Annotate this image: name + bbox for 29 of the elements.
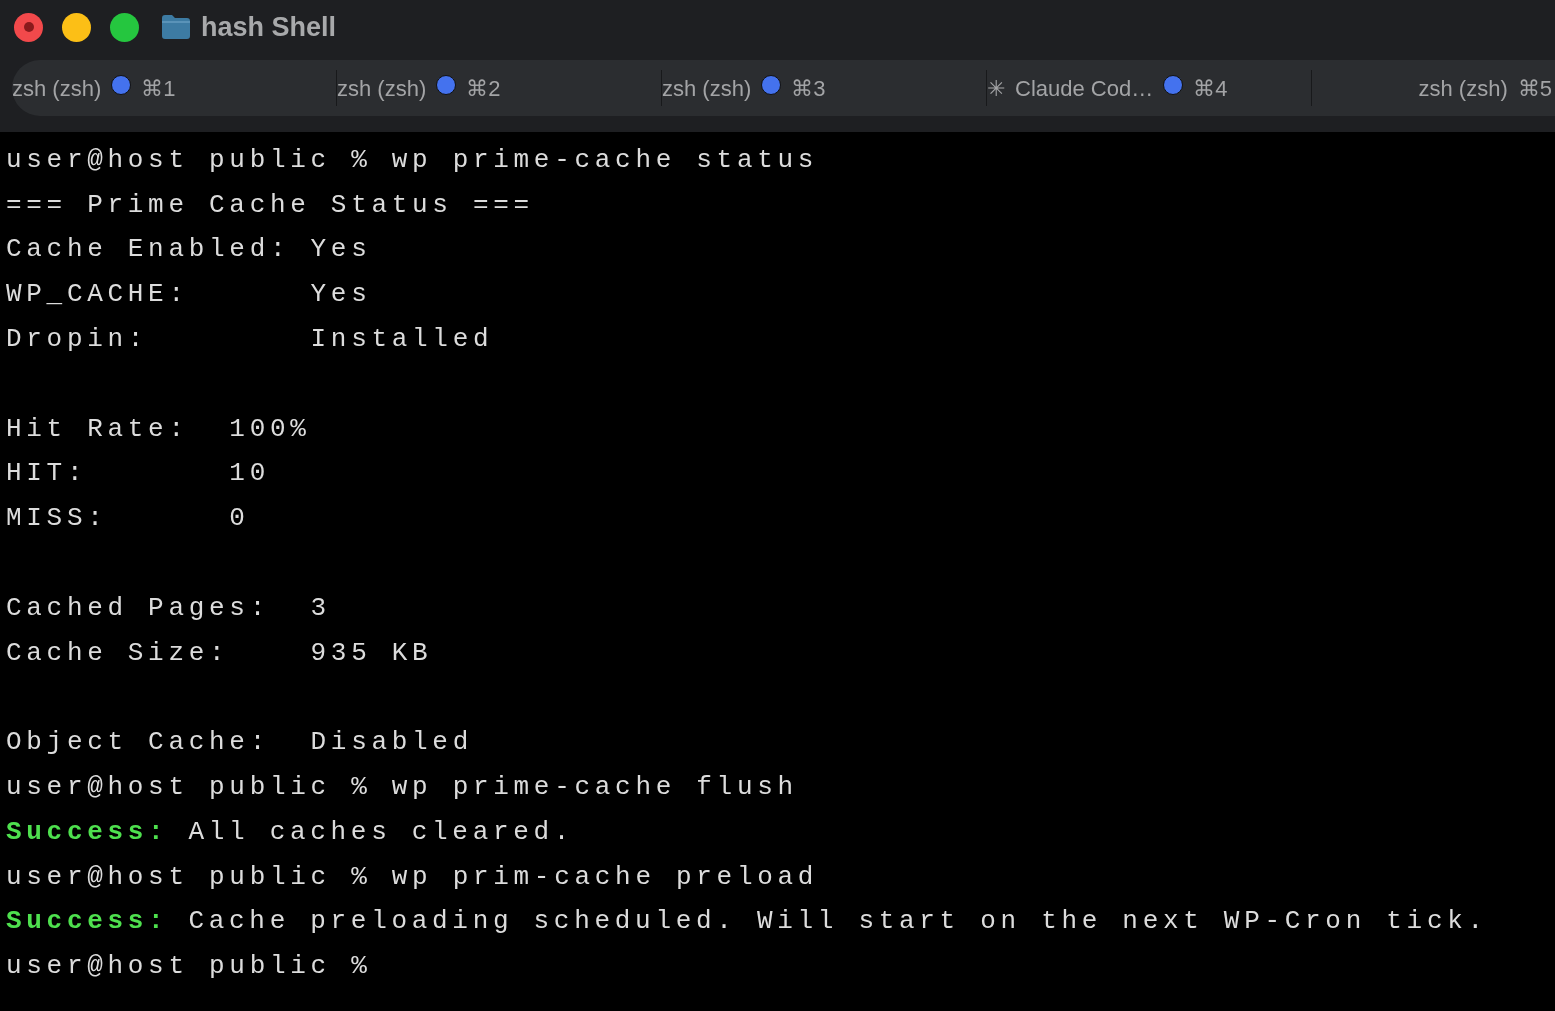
terminal-line: MISS: 0	[6, 502, 250, 536]
terminal-line: === Prime Cache Status ===	[6, 188, 534, 222]
terminal-tab[interactable]: zsh (zsh) ⌘5	[1418, 71, 1552, 105]
terminal-line: Hit Rate: 100%	[6, 412, 311, 446]
minimize-button[interactable]	[62, 12, 91, 42]
terminal-line: Cache preloading scheduled. Will start on the next WP-Cron tick.	[188, 905, 1488, 939]
terminal-line: user@host public % wp prim-cache preload	[6, 860, 819, 894]
tab-prefix: ✳	[987, 74, 1005, 103]
terminal-tab[interactable]: zsh (zsh) ⌘3	[662, 71, 826, 105]
zoom-button[interactable]	[110, 12, 139, 42]
close-button[interactable]	[14, 12, 43, 42]
terminal-line: Cached Pages: 3	[6, 591, 331, 625]
success-label: Success:	[6, 905, 169, 939]
success-label: Success:	[6, 815, 169, 849]
terminal-line: HIT: 10	[6, 457, 270, 491]
terminal-line: Cache Enabled: Yes	[6, 233, 372, 267]
terminal-tab[interactable]: zsh (zsh) ⌘1	[12, 71, 176, 105]
terminal-line: Dropin: Installed	[6, 323, 494, 357]
terminal-tab[interactable]: ✳ Claude Cod… ⌘4	[987, 71, 1228, 105]
folder-icon	[161, 14, 191, 40]
window-title: hash Shell	[201, 10, 337, 44]
terminal-line: WP_CACHE: Yes	[6, 278, 372, 312]
terminal-line: user@host public %	[6, 950, 372, 984]
terminal-line: user@host public % wp prime-cache flush	[6, 771, 798, 805]
terminal-line: Object Cache: Disabled	[6, 726, 473, 760]
terminal-line: Cache Size: 935 KB	[6, 636, 433, 670]
terminal-tab[interactable]: zsh (zsh) ⌘2	[337, 71, 501, 105]
terminal-line: All caches cleared.	[188, 815, 575, 849]
terminal-line: user@host public % wp prime-cache status	[6, 143, 819, 177]
